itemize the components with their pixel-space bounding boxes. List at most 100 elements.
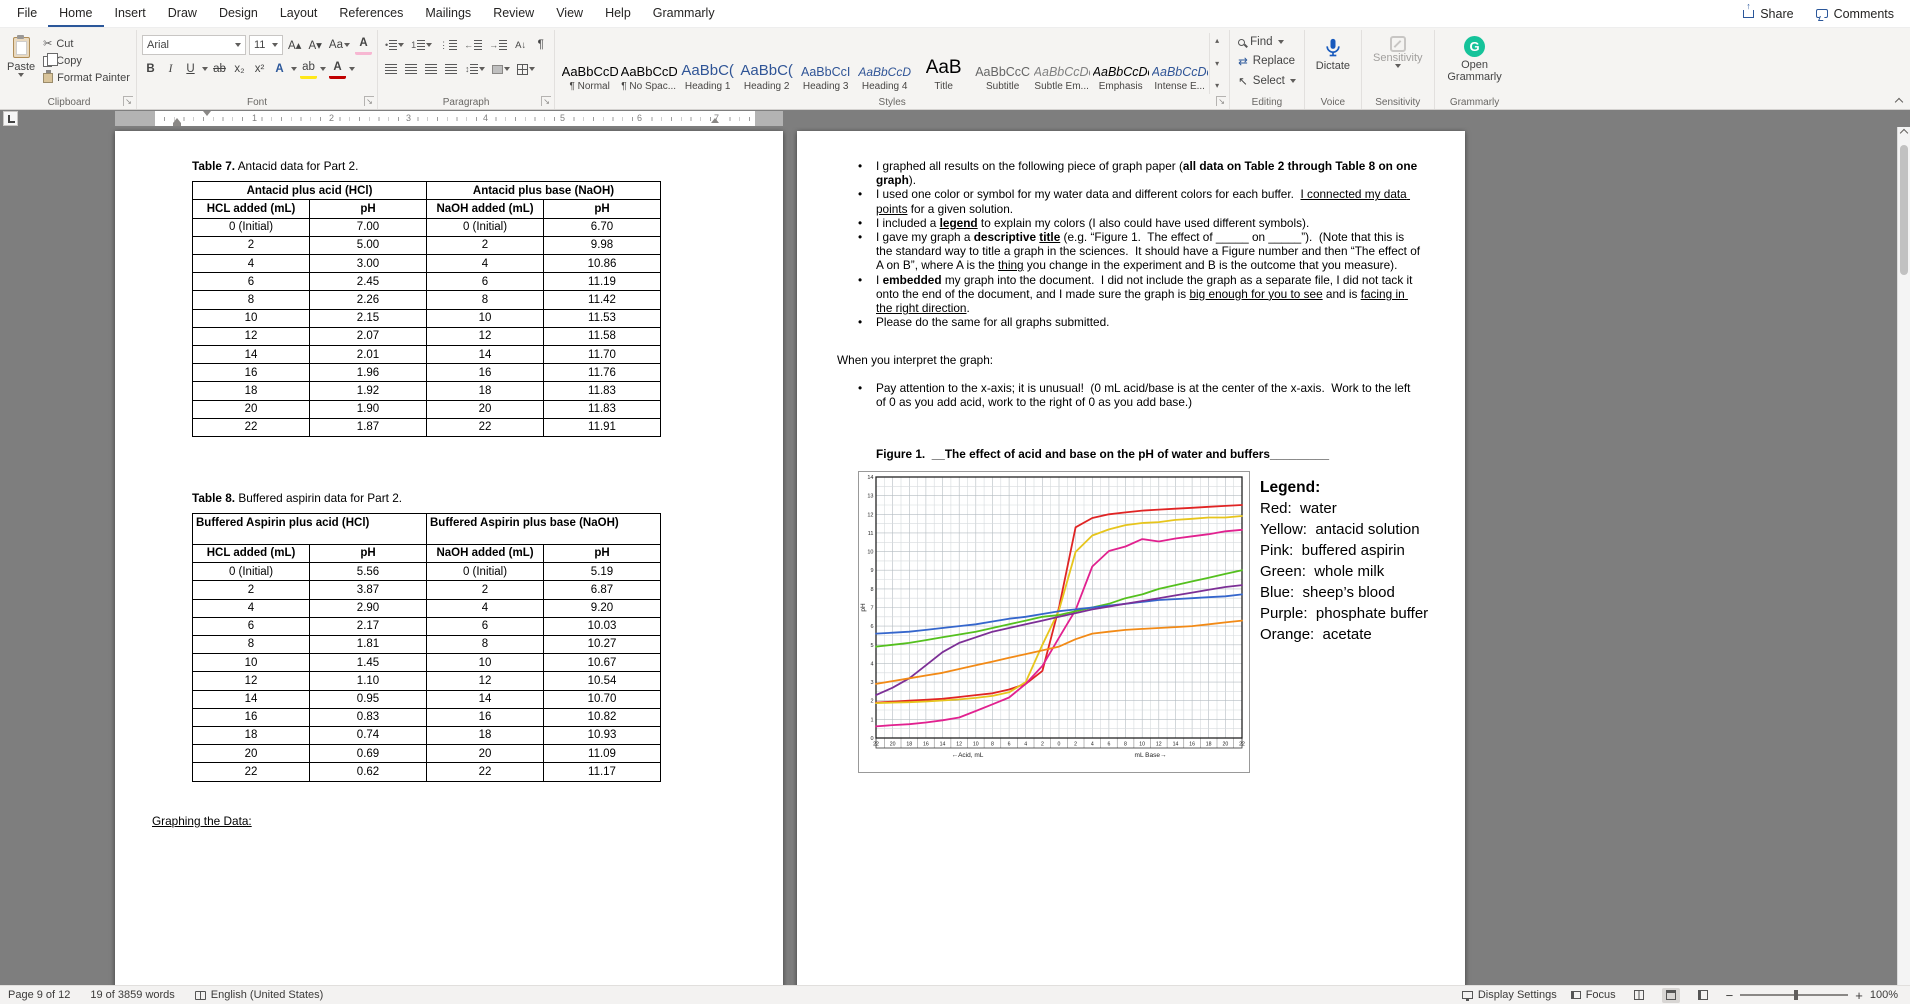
font-dialog-launcher[interactable]: ↘ bbox=[363, 96, 374, 106]
table-cell[interactable]: 5.00 bbox=[309, 235, 427, 256]
cut-button[interactable]: ✂ Cut bbox=[41, 36, 132, 51]
document-page-right[interactable]: • I graphed all results on the following … bbox=[797, 131, 1465, 985]
table-cell[interactable]: 2.17 bbox=[309, 616, 427, 636]
print-layout-button[interactable] bbox=[1661, 987, 1680, 1003]
table-cell[interactable]: 2 bbox=[192, 235, 310, 256]
table-cell[interactable]: 2 bbox=[426, 235, 544, 256]
menu-tab-home[interactable]: Home bbox=[48, 0, 104, 27]
table-cell[interactable]: 8 bbox=[192, 634, 310, 655]
table-cell[interactable]: 11.76 bbox=[543, 363, 661, 383]
table-cell[interactable]: 10 bbox=[426, 653, 544, 673]
italic-button[interactable]: I bbox=[162, 59, 179, 79]
focus-button[interactable]: Focus bbox=[1570, 989, 1616, 1001]
style-heading-3[interactable]: AaBbCcI Heading 3 bbox=[796, 34, 855, 93]
decrease-indent-button[interactable]: ← bbox=[462, 35, 484, 55]
clear-formatting-button[interactable]: A bbox=[354, 35, 372, 55]
comments-button[interactable]: Comments bbox=[1815, 7, 1894, 21]
shading-button[interactable] bbox=[490, 59, 512, 79]
table-cell[interactable]: 1.96 bbox=[309, 363, 427, 383]
menu-tab-review[interactable]: Review bbox=[482, 0, 545, 27]
table-cell[interactable]: 0 (Initial) bbox=[426, 217, 544, 237]
highlight-button[interactable]: ab bbox=[300, 59, 317, 79]
table-cell[interactable]: 2 bbox=[426, 580, 544, 600]
table-cell[interactable]: 2.07 bbox=[309, 326, 427, 347]
table-cell[interactable]: 16 bbox=[426, 707, 544, 727]
column-header-cell[interactable]: pH bbox=[309, 543, 427, 564]
table-cell[interactable]: 12 bbox=[426, 671, 544, 691]
table-cell[interactable]: 11.19 bbox=[543, 272, 661, 292]
read-mode-button[interactable] bbox=[1630, 988, 1648, 1003]
scroll-up-arrow-icon[interactable] bbox=[1899, 128, 1909, 138]
table-cell[interactable]: 22 bbox=[426, 762, 544, 782]
table-cell[interactable]: 0.69 bbox=[309, 744, 427, 764]
column-header-cell[interactable]: NaOH added (mL) bbox=[426, 199, 544, 219]
menu-tab-grammarly[interactable]: Grammarly bbox=[642, 0, 726, 27]
zoom-level[interactable]: 100% bbox=[1870, 989, 1898, 1001]
menu-tab-draw[interactable]: Draw bbox=[157, 0, 208, 27]
table-cell[interactable]: 9.98 bbox=[543, 235, 661, 256]
word-count[interactable]: 19 of 3859 words bbox=[90, 989, 174, 1001]
style-no-spac-[interactable]: AaBbCcDc ¶ No Spac... bbox=[619, 34, 678, 93]
column-header-cell[interactable]: HCL added (mL) bbox=[192, 543, 310, 564]
table-cell[interactable]: 5.19 bbox=[543, 562, 661, 582]
highlight-dropdown-icon[interactable] bbox=[320, 67, 326, 71]
table-cell[interactable]: 22 bbox=[192, 762, 310, 782]
table-cell[interactable]: 8 bbox=[192, 290, 310, 310]
group-header-cell[interactable]: Antacid plus base (NaOH) bbox=[426, 181, 661, 201]
table-cell[interactable]: 11.83 bbox=[543, 399, 661, 419]
table-cell[interactable]: 4 bbox=[426, 254, 544, 274]
change-case-button[interactable]: Aa bbox=[327, 35, 352, 55]
paragraph-dialog-launcher[interactable]: ↘ bbox=[541, 96, 552, 106]
table-cell[interactable]: 11.09 bbox=[543, 744, 661, 764]
vertical-scrollbar[interactable] bbox=[1897, 127, 1910, 985]
paste-button[interactable]: Paste bbox=[7, 33, 35, 94]
shrink-font-button[interactable]: A▾ bbox=[306, 35, 323, 55]
align-center-button[interactable] bbox=[403, 59, 420, 79]
table-cell[interactable]: 8 bbox=[426, 634, 544, 655]
justify-button[interactable] bbox=[443, 59, 460, 79]
font-color-button[interactable]: A bbox=[329, 59, 346, 79]
table-cell[interactable]: 11.42 bbox=[543, 290, 661, 310]
table-cell[interactable]: 22 bbox=[192, 417, 310, 438]
zoom-in-button[interactable]: + bbox=[1855, 988, 1863, 1003]
proofing-status[interactable]: English (United States) bbox=[194, 989, 323, 1001]
table-cell[interactable]: 16 bbox=[192, 363, 310, 383]
paste-dropdown-icon[interactable] bbox=[18, 73, 25, 77]
table-cell[interactable]: 1.90 bbox=[309, 399, 427, 419]
subscript-button[interactable]: x₂ bbox=[231, 59, 248, 79]
find-button[interactable]: Find bbox=[1235, 35, 1299, 49]
table-cell[interactable]: 2.26 bbox=[309, 290, 427, 310]
menu-tab-design[interactable]: Design bbox=[208, 0, 269, 27]
table-cell[interactable]: 18 bbox=[192, 725, 310, 746]
display-settings-button[interactable]: Display Settings bbox=[1461, 989, 1557, 1001]
table-cell[interactable]: 0.95 bbox=[309, 689, 427, 709]
style-heading-1[interactable]: AaBbC(Heading 1 bbox=[678, 34, 737, 93]
table-cell[interactable]: 9.20 bbox=[543, 598, 661, 618]
table-cell[interactable]: 11.83 bbox=[543, 381, 661, 401]
table-cell[interactable]: 12 bbox=[426, 326, 544, 347]
right-indent-marker[interactable] bbox=[711, 118, 719, 123]
menu-tab-layout[interactable]: Layout bbox=[269, 0, 329, 27]
align-right-button[interactable] bbox=[423, 59, 440, 79]
text-effects-button[interactable]: A bbox=[271, 59, 288, 79]
table-cell[interactable]: 14 bbox=[426, 689, 544, 709]
sort-button[interactable]: A↓ bbox=[512, 35, 529, 55]
table-cell[interactable]: 1.92 bbox=[309, 381, 427, 401]
column-header-cell[interactable]: pH bbox=[543, 543, 661, 564]
table-cell[interactable]: 6.87 bbox=[543, 580, 661, 600]
table-cell[interactable]: 4 bbox=[192, 254, 310, 274]
table-cell[interactable]: 18 bbox=[426, 381, 544, 401]
text-effects-dropdown-icon[interactable] bbox=[291, 67, 297, 71]
table-cell[interactable]: 6.70 bbox=[543, 217, 661, 237]
table-cell[interactable]: 1.81 bbox=[309, 634, 427, 655]
table-cell[interactable]: 0 (Initial) bbox=[192, 562, 310, 582]
table-cell[interactable]: 20 bbox=[192, 744, 310, 764]
table-cell[interactable]: 10.27 bbox=[543, 634, 661, 655]
grow-font-button[interactable]: A▴ bbox=[286, 35, 303, 55]
table-cell[interactable]: 10 bbox=[192, 308, 310, 328]
table-cell[interactable]: 3.87 bbox=[309, 580, 427, 600]
table-cell[interactable]: 1.10 bbox=[309, 671, 427, 691]
table-cell[interactable]: 12 bbox=[192, 326, 310, 347]
show-paragraph-marks-button[interactable]: ¶ bbox=[532, 35, 549, 55]
table-cell[interactable]: 4 bbox=[426, 598, 544, 618]
